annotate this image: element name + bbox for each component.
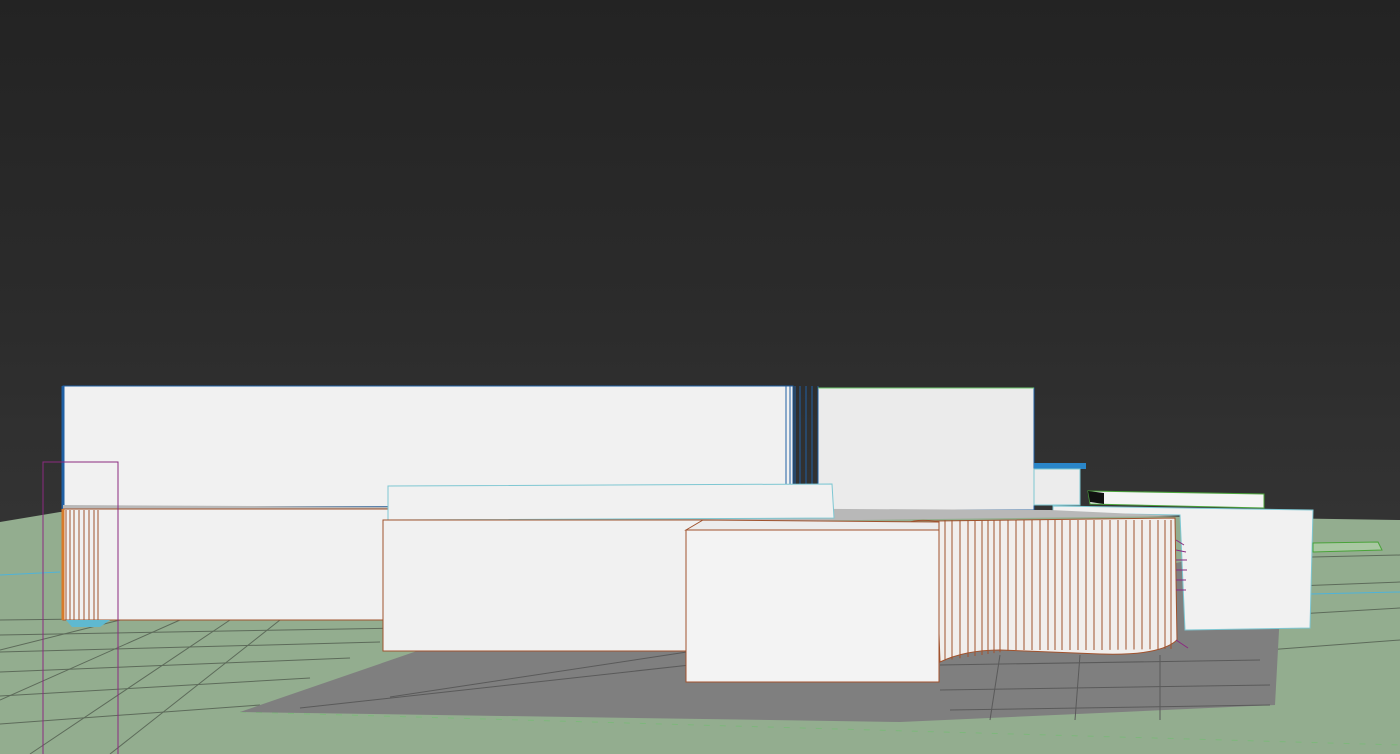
green-slab-dark-end xyxy=(1088,491,1104,504)
left-box[interactable] xyxy=(62,508,394,621)
back-wall-right[interactable] xyxy=(817,387,1035,511)
front-box[interactable] xyxy=(685,529,940,683)
green-far-slab xyxy=(1312,541,1383,553)
front-box-top xyxy=(684,519,940,531)
scene-canvas[interactable] xyxy=(0,0,1400,754)
mid-slab[interactable] xyxy=(387,483,835,521)
right-small-box[interactable] xyxy=(1033,468,1081,506)
green-slab[interactable] xyxy=(1087,490,1265,509)
center-box[interactable] xyxy=(382,519,704,652)
curved-wall[interactable] xyxy=(934,517,1178,663)
3d-viewport[interactable] xyxy=(0,0,1400,754)
blue-cap[interactable] xyxy=(1034,463,1086,469)
